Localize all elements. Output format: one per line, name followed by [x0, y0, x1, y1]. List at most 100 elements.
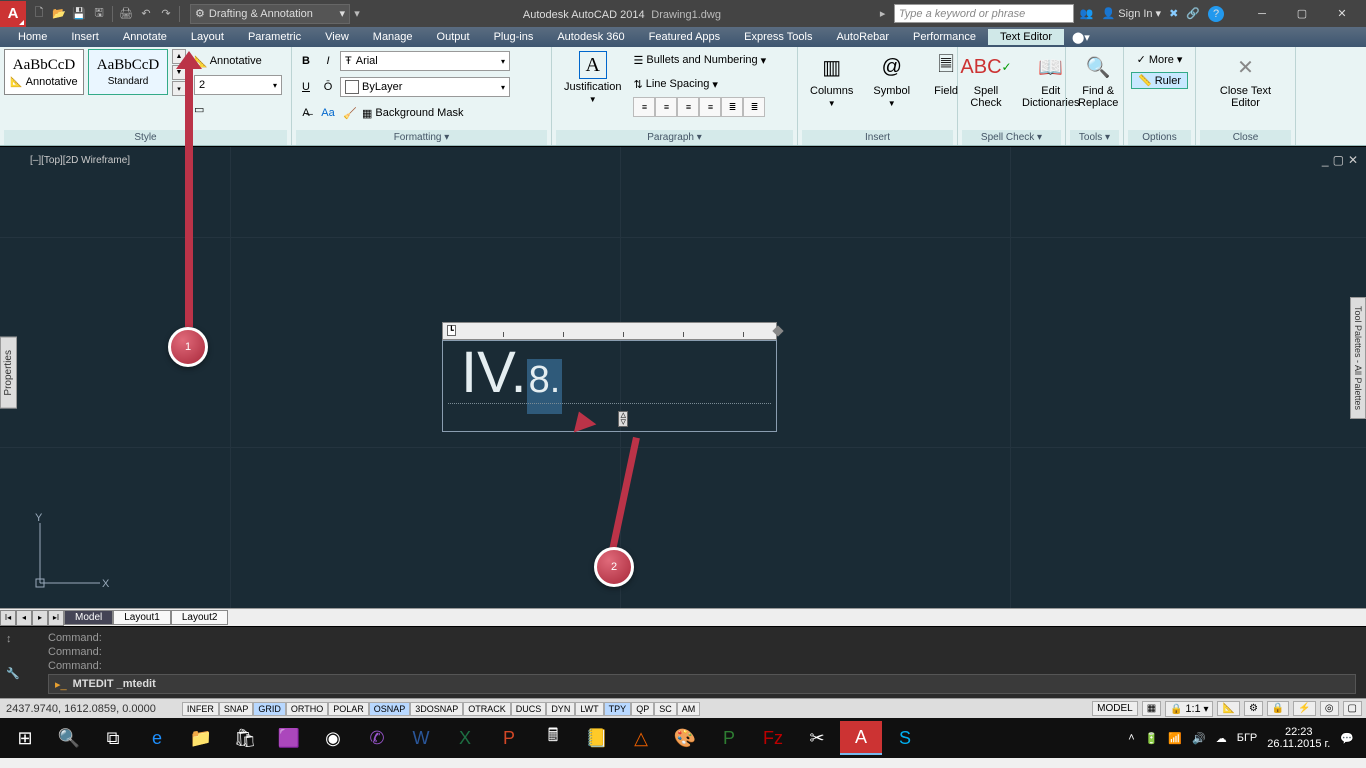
ruler-toggle[interactable]: 📏 Ruler [1131, 72, 1188, 89]
battery-icon[interactable]: 🔋 [1145, 732, 1159, 745]
chrome-icon[interactable]: ◉ [312, 721, 354, 755]
close-texteditor-button[interactable]: ✕Close Text Editor [1200, 49, 1291, 111]
snip-icon[interactable]: ✂ [796, 721, 838, 755]
align-default-icon[interactable]: ≡ [633, 97, 655, 117]
stayconnected-icon[interactable]: 🔗 [1186, 7, 1200, 20]
onedrive-icon[interactable]: ☁ [1216, 732, 1227, 745]
excel-icon[interactable]: X [444, 721, 486, 755]
notes-icon[interactable]: 📒 [576, 721, 618, 755]
redo-icon[interactable]: ↷ [157, 5, 175, 23]
bullets-dropdown[interactable]: ☰ Bullets and Numbering ▾ [633, 54, 766, 67]
toggle-lwt[interactable]: LWT [575, 702, 603, 716]
toolbar-lock-icon[interactable]: 🔒 [1267, 701, 1289, 716]
linespacing-dropdown[interactable]: ⇅ Line Spacing ▾ [633, 78, 717, 91]
tab-layout1[interactable]: Layout1 [113, 610, 171, 625]
workspace-dropdown[interactable]: ⚙ Drafting & Annotation ▾ [190, 4, 350, 24]
lt-last-icon[interactable]: ▸I [48, 610, 64, 626]
calc-icon[interactable]: 🖩 [532, 721, 574, 755]
align-left-icon[interactable]: ≡ [655, 97, 677, 117]
word-icon[interactable]: W [400, 721, 442, 755]
spellcheck-button[interactable]: ABC✓Spell Check [962, 49, 1010, 111]
strikethrough-button[interactable]: A̶ [296, 103, 316, 123]
qat-more-icon[interactable]: ▾ [350, 7, 364, 20]
saveas-icon[interactable]: 🖫 [90, 5, 108, 23]
toggle-3dosnap[interactable]: 3DOSNAP [410, 702, 463, 716]
tab-parametric[interactable]: Parametric [236, 29, 313, 45]
vp-close-icon[interactable]: ✕ [1348, 153, 1358, 167]
ws-switch-icon[interactable]: ⚙ [1244, 701, 1263, 716]
align-center-icon[interactable]: ≡ [677, 97, 699, 117]
toggle-tpy[interactable]: TPY [604, 702, 632, 716]
paint-icon[interactable]: 🎨 [664, 721, 706, 755]
autocad-icon[interactable]: A [840, 721, 882, 755]
minimize-button[interactable]: ─ [1242, 1, 1282, 27]
grid-display-icon[interactable]: ▦ [1142, 701, 1161, 716]
underline-button[interactable]: U [296, 77, 316, 97]
tab-express[interactable]: Express Tools [732, 29, 824, 45]
vlc-icon[interactable]: △ [620, 721, 662, 755]
color-dropdown[interactable]: ByLayer▾ [340, 77, 510, 97]
tab-autorebar[interactable]: AutoRebar [824, 29, 901, 45]
tab-insert[interactable]: Insert [59, 29, 111, 45]
toggle-otrack[interactable]: OTRACK [463, 702, 511, 716]
app-menu-icon[interactable]: A [0, 1, 26, 27]
mtext-resize-handle[interactable]: ▵▿ [618, 411, 628, 427]
mtext-editor[interactable]: ┗ IV.8. ▵▿ [442, 322, 777, 432]
vp-maximize-icon[interactable]: ▢ [1333, 153, 1344, 167]
clock[interactable]: 22:2326.11.2015 г. [1267, 726, 1330, 750]
help-search-input[interactable]: Type a keyword or phrase [894, 4, 1074, 23]
action-center-icon[interactable]: 💬 [1340, 732, 1354, 745]
wifi-icon[interactable]: 📶 [1168, 732, 1182, 745]
save-icon[interactable]: 💾 [70, 5, 88, 23]
mask-button[interactable]: ▭ [194, 97, 282, 121]
edge-icon[interactable]: e [136, 721, 178, 755]
app1-icon[interactable]: 🟪 [268, 721, 310, 755]
find-replace-button[interactable]: 🔍Find & Replace [1070, 49, 1126, 111]
store-icon[interactable]: 🛍 [224, 721, 266, 755]
tray-up-icon[interactable]: ˄ [1128, 732, 1134, 744]
drawing-canvas[interactable]: [–][Top][2D Wireframe] _ ▢ ✕ Properties … [0, 146, 1366, 608]
command-input[interactable]: ▸_ MTEDIT _mtedit [48, 674, 1356, 694]
open-icon[interactable]: 📂 [50, 5, 68, 23]
bold-button[interactable]: B [296, 51, 316, 71]
signin-button[interactable]: 👤 Sign In ▾ [1102, 7, 1161, 20]
toggle-polar[interactable]: POLAR [328, 702, 369, 716]
annotative-toggle[interactable]: 📐 Annotative [194, 49, 282, 73]
undo-icon[interactable]: ↶ [137, 5, 155, 23]
skype-icon[interactable]: S [884, 721, 926, 755]
tab-layout[interactable]: Layout [179, 29, 236, 45]
tool-palettes-tab[interactable]: Tool Palettes - All Palettes [1350, 297, 1366, 419]
tab-extra-icon[interactable]: ⬤▾ [1064, 29, 1098, 46]
mtext-ruler[interactable]: ┗ [442, 322, 777, 340]
powerpoint-icon[interactable]: P [488, 721, 530, 755]
more-dropdown[interactable]: ✓ More ▾ [1137, 53, 1183, 66]
tab-plugins[interactable]: Plug-ins [482, 29, 546, 45]
case-button[interactable]: Aa [318, 103, 338, 123]
overline-button[interactable]: Ō [318, 77, 338, 97]
new-icon[interactable]: 🗋 [30, 5, 48, 23]
search-arrow-icon[interactable]: ▸ [880, 7, 894, 20]
toggle-ducs[interactable]: DUCS [511, 702, 547, 716]
volume-icon[interactable]: 🔊 [1192, 732, 1206, 745]
clear-fmt-button[interactable]: 🧹 [340, 103, 360, 123]
search-icon[interactable]: 🔍 [48, 721, 90, 755]
tab-texteditor[interactable]: Text Editor [988, 29, 1064, 45]
lt-first-icon[interactable]: I◂ [0, 610, 16, 626]
toggle-am[interactable]: AM [677, 702, 701, 716]
toggle-snap[interactable]: SNAP [219, 702, 254, 716]
tab-view[interactable]: View [313, 29, 361, 45]
tab-model[interactable]: Model [64, 610, 113, 625]
tab-home[interactable]: Home [6, 29, 59, 45]
cmd-settings-icon[interactable]: 🔧 [6, 667, 20, 680]
annovis-icon[interactable]: 📐 [1217, 701, 1239, 716]
project-icon[interactable]: P [708, 721, 750, 755]
toggle-osnap[interactable]: OSNAP [369, 702, 411, 716]
hardware-accel-icon[interactable]: ⚡ [1293, 701, 1315, 716]
close-button[interactable]: ✕ [1322, 1, 1362, 27]
isolate-icon[interactable]: ◎ [1320, 701, 1339, 716]
tab-a360[interactable]: Autodesk 360 [545, 29, 636, 45]
lang-indicator[interactable]: БГР [1237, 732, 1258, 744]
print-icon[interactable]: 🖨 [117, 5, 135, 23]
vp-minimize-icon[interactable]: _ [1322, 153, 1329, 167]
symbol-button[interactable]: @Symbol▼ [865, 49, 918, 110]
